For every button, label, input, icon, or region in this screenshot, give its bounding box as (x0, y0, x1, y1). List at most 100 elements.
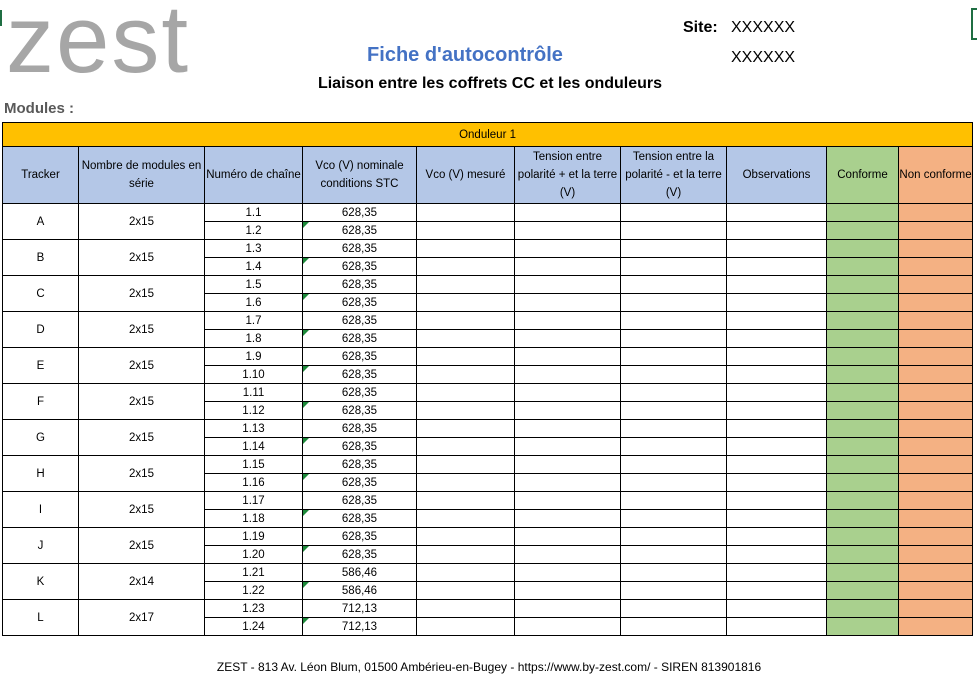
tracker-cell[interactable]: I (2, 491, 79, 528)
voltage-negative-cell[interactable] (620, 545, 727, 564)
conforme-cell[interactable] (826, 293, 899, 312)
vco-nominal-cell[interactable]: 628,35 (302, 419, 417, 438)
chain-number-cell[interactable]: 1.13 (204, 419, 303, 438)
conforme-cell[interactable] (826, 329, 899, 348)
voltage-negative-cell[interactable] (620, 239, 727, 258)
vco-measured-cell[interactable] (416, 491, 515, 510)
vco-nominal-cell[interactable]: 628,35 (302, 311, 417, 330)
chain-number-cell[interactable]: 1.10 (204, 365, 303, 384)
vco-nominal-cell[interactable]: 628,35 (302, 383, 417, 402)
voltage-positive-cell[interactable] (514, 581, 621, 600)
conforme-cell[interactable] (826, 473, 899, 492)
voltage-negative-cell[interactable] (620, 401, 727, 420)
voltage-negative-cell[interactable] (620, 419, 727, 438)
conforme-cell[interactable] (826, 383, 899, 402)
voltage-positive-cell[interactable] (514, 509, 621, 528)
non-conforme-cell[interactable] (897, 491, 974, 510)
voltage-negative-cell[interactable] (620, 491, 727, 510)
voltage-positive-cell[interactable] (514, 257, 621, 276)
tracker-cell[interactable]: C (2, 275, 79, 312)
modules-series-cell[interactable]: 2x15 (78, 311, 205, 348)
vco-measured-cell[interactable] (416, 347, 515, 366)
conforme-cell[interactable] (826, 581, 899, 600)
chain-number-cell[interactable]: 1.9 (204, 347, 303, 366)
voltage-positive-cell[interactable] (514, 455, 621, 474)
conforme-cell[interactable] (826, 545, 899, 564)
chain-number-cell[interactable]: 1.2 (204, 221, 303, 240)
tracker-cell[interactable]: J (2, 527, 79, 564)
vco-measured-cell[interactable] (416, 527, 515, 546)
vco-measured-cell[interactable] (416, 419, 515, 438)
conforme-cell[interactable] (826, 563, 899, 582)
conforme-cell[interactable] (826, 257, 899, 276)
tracker-cell[interactable]: G (2, 419, 79, 456)
vco-measured-cell[interactable] (416, 329, 515, 348)
observations-cell[interactable] (726, 455, 827, 474)
voltage-negative-cell[interactable] (620, 455, 727, 474)
non-conforme-cell[interactable] (897, 311, 974, 330)
vco-measured-cell[interactable] (416, 617, 515, 636)
non-conforme-cell[interactable] (897, 599, 974, 618)
vco-measured-cell[interactable] (416, 293, 515, 312)
modules-series-cell[interactable]: 2x14 (78, 563, 205, 600)
vco-measured-cell[interactable] (416, 383, 515, 402)
modules-series-cell[interactable]: 2x15 (78, 419, 205, 456)
modules-series-cell[interactable]: 2x17 (78, 599, 205, 636)
vco-measured-cell[interactable] (416, 545, 515, 564)
observations-cell[interactable] (726, 419, 827, 438)
vco-measured-cell[interactable] (416, 275, 515, 294)
chain-number-cell[interactable]: 1.14 (204, 437, 303, 456)
observations-cell[interactable] (726, 473, 827, 492)
chain-number-cell[interactable]: 1.21 (204, 563, 303, 582)
vco-nominal-cell[interactable]: 628,35 (302, 473, 417, 492)
non-conforme-cell[interactable] (897, 239, 974, 258)
observations-cell[interactable] (726, 329, 827, 348)
non-conforme-cell[interactable] (897, 545, 974, 564)
vco-nominal-cell[interactable]: 628,35 (302, 455, 417, 474)
vco-nominal-cell[interactable]: 628,35 (302, 347, 417, 366)
vco-nominal-cell[interactable]: 628,35 (302, 203, 417, 222)
voltage-positive-cell[interactable] (514, 347, 621, 366)
modules-series-cell[interactable]: 2x15 (78, 527, 205, 564)
non-conforme-cell[interactable] (897, 527, 974, 546)
chain-number-cell[interactable]: 1.5 (204, 275, 303, 294)
vco-nominal-cell[interactable]: 628,35 (302, 221, 417, 240)
conforme-cell[interactable] (826, 365, 899, 384)
chain-number-cell[interactable]: 1.20 (204, 545, 303, 564)
non-conforme-cell[interactable] (897, 419, 974, 438)
vco-nominal-cell[interactable]: 628,35 (302, 275, 417, 294)
voltage-positive-cell[interactable] (514, 329, 621, 348)
observations-cell[interactable] (726, 293, 827, 312)
site-value[interactable]: XXXXXX (731, 19, 795, 37)
observations-cell[interactable] (726, 509, 827, 528)
voltage-negative-cell[interactable] (620, 599, 727, 618)
non-conforme-cell[interactable] (897, 257, 974, 276)
conforme-cell[interactable] (826, 311, 899, 330)
chain-number-cell[interactable]: 1.4 (204, 257, 303, 276)
observations-cell[interactable] (726, 257, 827, 276)
voltage-negative-cell[interactable] (620, 617, 727, 636)
voltage-positive-cell[interactable] (514, 545, 621, 564)
conforme-cell[interactable] (826, 491, 899, 510)
vco-measured-cell[interactable] (416, 599, 515, 618)
voltage-negative-cell[interactable] (620, 563, 727, 582)
vco-measured-cell[interactable] (416, 257, 515, 276)
non-conforme-cell[interactable] (897, 581, 974, 600)
vco-measured-cell[interactable] (416, 473, 515, 492)
voltage-positive-cell[interactable] (514, 527, 621, 546)
chain-number-cell[interactable]: 1.12 (204, 401, 303, 420)
voltage-positive-cell[interactable] (514, 491, 621, 510)
voltage-positive-cell[interactable] (514, 311, 621, 330)
voltage-negative-cell[interactable] (620, 221, 727, 240)
chain-number-cell[interactable]: 1.6 (204, 293, 303, 312)
tracker-cell[interactable]: L (2, 599, 79, 636)
chain-number-cell[interactable]: 1.8 (204, 329, 303, 348)
vco-nominal-cell[interactable]: 628,35 (302, 509, 417, 528)
vco-measured-cell[interactable] (416, 401, 515, 420)
vco-nominal-cell[interactable]: 628,35 (302, 293, 417, 312)
voltage-negative-cell[interactable] (620, 365, 727, 384)
observations-cell[interactable] (726, 383, 827, 402)
vco-nominal-cell[interactable]: 628,35 (302, 545, 417, 564)
conforme-cell[interactable] (826, 437, 899, 456)
voltage-positive-cell[interactable] (514, 599, 621, 618)
